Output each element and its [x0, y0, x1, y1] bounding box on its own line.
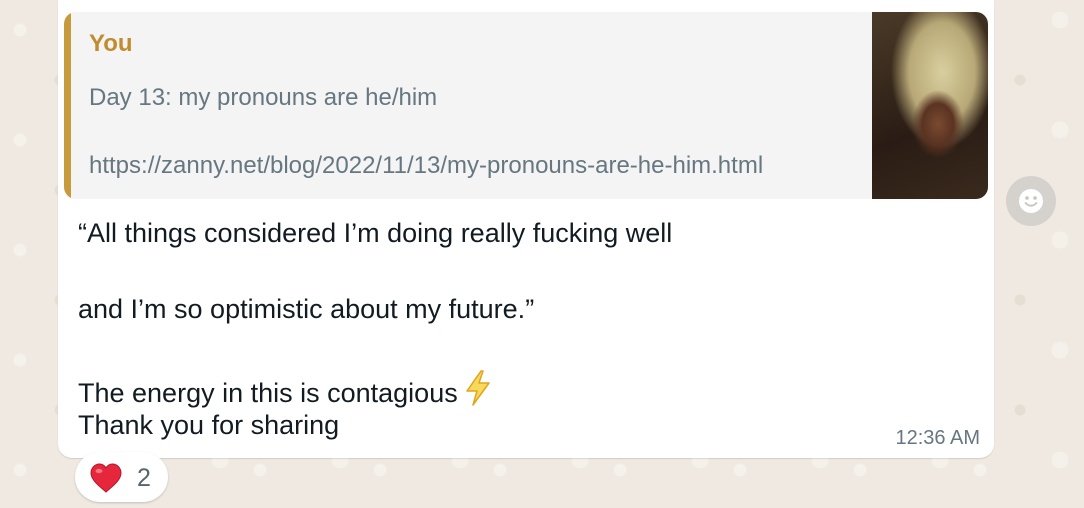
quote-thumbnail [872, 12, 988, 199]
reaction-chip[interactable]: 2 [75, 452, 168, 502]
quote-text: Day 13: my pronouns are he/him [89, 84, 438, 111]
quoted-message[interactable]: You Day 13: my pronouns are he/him https… [64, 12, 988, 199]
message-line: and I’m so optimistic about my future.” [78, 294, 535, 324]
message-timestamp: 12:36 AM [895, 427, 980, 449]
react-emoji-button[interactable] [1006, 176, 1056, 226]
quote-link: https://zanny.net/blog/2022/11/13/my-pro… [89, 152, 764, 179]
lightning-icon [465, 370, 490, 406]
message-line: The energy in this is contagious [78, 370, 494, 409]
reaction-count: 2 [137, 464, 151, 492]
message-line-text: The energy in this is contagious [78, 378, 458, 408]
smiley-icon [1019, 189, 1043, 213]
quote-author: You [89, 30, 133, 57]
heart-icon [90, 463, 122, 493]
message-bubble[interactable]: You Day 13: my pronouns are he/him https… [58, 0, 994, 458]
message-line: Thank you for sharing [78, 410, 340, 440]
quote-accent-bar [64, 12, 71, 199]
message-line: “All things considered I’m doing really … [78, 218, 673, 248]
